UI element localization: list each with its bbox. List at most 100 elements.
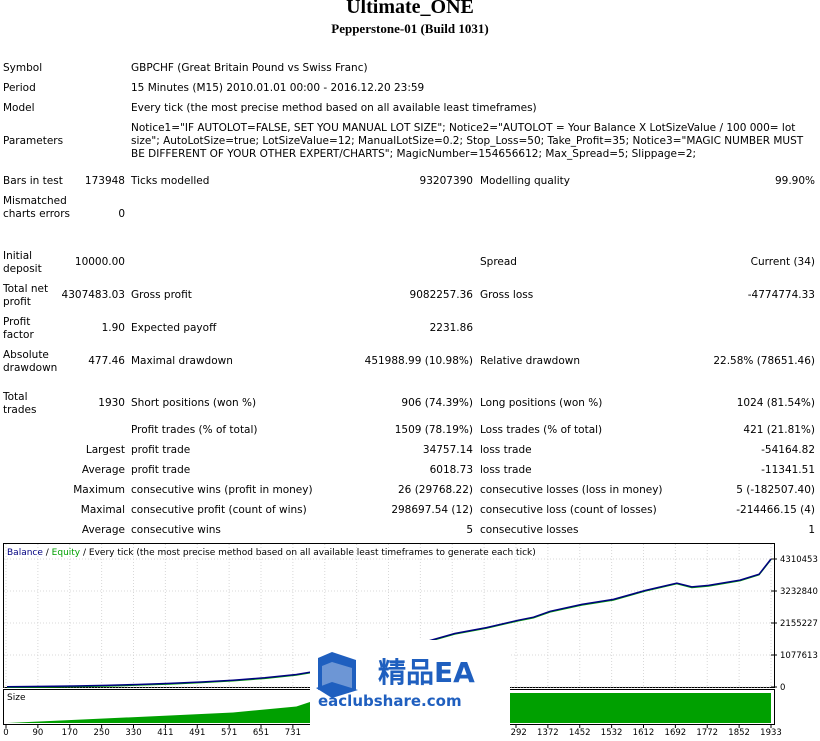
bars-value: 173948 xyxy=(84,175,125,187)
grossloss-value: -4774774.33 xyxy=(747,289,815,301)
losstrades-value: 421 (21.81%) xyxy=(743,424,815,436)
profitfactor-value: 1.90 xyxy=(101,322,125,334)
absdrawdown-label: Absolute drawdown xyxy=(3,349,58,374)
size-label: Size xyxy=(7,693,26,703)
ticks-label: Ticks modelled xyxy=(131,175,210,187)
x-tick-label: 90 xyxy=(32,728,43,738)
losstrades-label: Loss trades (% of total) xyxy=(480,424,603,436)
x-tick-label: 250 xyxy=(94,728,110,738)
largest-loss-value: -54164.82 xyxy=(761,444,815,456)
x-tick-label: 651 xyxy=(253,728,269,738)
parameters-label: Parameters xyxy=(3,135,64,147)
largest-loss-label: loss trade xyxy=(480,444,532,456)
short-value: 906 (74.39%) xyxy=(401,397,473,409)
long-value: 1024 (81.54%) xyxy=(736,397,815,409)
x-tick-label: 1372 xyxy=(537,728,559,738)
totaltrades-value: 1930 xyxy=(98,397,125,409)
model-value: Every tick (the most precise method base… xyxy=(131,102,537,114)
netprofit-value: 4307483.03 xyxy=(61,289,125,301)
x-tick-label: 491 xyxy=(189,728,205,738)
maximum-label: Maximum xyxy=(73,484,125,496)
y-tick-label: 1077613 xyxy=(780,651,818,661)
x-tick-label: 1692 xyxy=(665,728,687,738)
maxconsec-wins-label: consecutive wins (profit in money) xyxy=(131,484,313,496)
deposit-value: 10000.00 xyxy=(74,256,125,268)
x-tick-label: 1933 xyxy=(760,728,782,738)
profittrades-value: 1509 (78.19%) xyxy=(394,424,473,436)
largest-profit-label: profit trade xyxy=(131,444,191,456)
average-profit-value: 6018.73 xyxy=(429,464,473,476)
x-tick-label: 170 xyxy=(62,728,78,738)
profittrades-label: Profit trades (% of total) xyxy=(131,424,258,436)
average-loss-value: -11341.51 xyxy=(761,464,815,476)
watermark-brand: 精品EA xyxy=(378,656,475,689)
avgconsec-losses-value: 1 xyxy=(808,524,815,536)
y-tick-label: 2155227 xyxy=(780,619,818,629)
y-tick-label: 3232840 xyxy=(780,587,818,597)
maximal-label: Maximal xyxy=(80,504,125,516)
profitfactor-label: Profit factor xyxy=(3,316,34,341)
quality-value: 99.90% xyxy=(774,175,815,187)
legend-balance: Balance xyxy=(7,548,43,558)
maxdrawdown-value: 451988.99 (10.98%) xyxy=(364,355,473,367)
symbol-label: Symbol xyxy=(3,62,43,74)
x-tick-label: 1532 xyxy=(601,728,623,738)
reldrawdown-label: Relative drawdown xyxy=(480,355,581,367)
avgconsec-losses-label: consecutive losses xyxy=(480,524,579,536)
x-tick-label: 1772 xyxy=(696,728,718,738)
x-tick-label: 1852 xyxy=(728,728,750,738)
average-profit-label: profit trade xyxy=(131,464,191,476)
reldrawdown-value: 22.58% (78651.46) xyxy=(713,355,815,367)
model-label: Model xyxy=(3,102,35,114)
symbol-value: GBPCHF (Great Britain Pound vs Swiss Fra… xyxy=(131,62,368,74)
spread-label: Spread xyxy=(480,256,517,268)
chart-legend: Balance / Equity / Every tick (the most … xyxy=(7,548,536,558)
expectedpayoff-label: Expected payoff xyxy=(131,322,217,334)
x-tick-label: 0 xyxy=(3,728,8,738)
report-subtitle: Pepperstone-01 (Build 1031) xyxy=(331,21,489,36)
x-tick-label: 731 xyxy=(285,728,301,738)
avgconsec-wins-value: 5 xyxy=(466,524,473,536)
x-tick-label: 1452 xyxy=(569,728,591,738)
maxconsec-profit-label: consecutive profit (count of wins) xyxy=(131,504,307,516)
maxdrawdown-label: Maximal drawdown xyxy=(131,355,233,367)
y-tick-label: 0 xyxy=(780,683,785,693)
spread-value: Current (34) xyxy=(750,256,815,268)
totaltrades-label: Total trades xyxy=(3,391,37,416)
ticks-value: 93207390 xyxy=(419,175,473,187)
short-label: Short positions (won %) xyxy=(131,397,257,409)
report-title: Ultimate_ONE xyxy=(346,0,474,18)
x-tick-label: 1612 xyxy=(633,728,655,738)
quality-label: Modelling quality xyxy=(480,175,570,187)
maxconsec-losses-value: 5 (-182507.40) xyxy=(736,484,815,496)
maxconsec-loss-label: consecutive loss (count of losses) xyxy=(480,504,657,516)
average-loss-label: loss trade xyxy=(480,464,532,476)
watermark-url: eaclubshare.com xyxy=(318,692,462,710)
y-tick-label: 4310453 xyxy=(780,555,818,565)
period-label: Period xyxy=(3,82,36,94)
legend-desc: / Every tick (the most precise method ba… xyxy=(80,548,536,558)
expectedpayoff-value: 2231.86 xyxy=(429,322,473,334)
parameters-value: Notice1="IF AUTOLOT=FALSE, SET YOU MANUA… xyxy=(131,122,804,160)
average-label: Average xyxy=(81,464,125,476)
x-tick-label: 571 xyxy=(221,728,237,738)
maxconsec-loss-value: -214466.15 (4) xyxy=(736,504,815,516)
mismatch-value: 0 xyxy=(118,208,125,220)
y-axis-ticks: 4310453 3232840 2155227 1077613 0 xyxy=(771,555,818,693)
average2-label: Average xyxy=(81,524,125,536)
watermark-logo: 精品EA eaclubshare.com xyxy=(310,640,510,738)
largest-label: Largest xyxy=(85,444,125,456)
maxconsec-wins-value: 26 (29768.22) xyxy=(398,484,473,496)
grossprofit-value: 9082257.36 xyxy=(409,289,473,301)
deposit-label: Initial deposit xyxy=(3,250,42,275)
avgconsec-wins-label: consecutive wins xyxy=(131,524,221,536)
legend-sep: / xyxy=(43,548,52,558)
largest-profit-value: 34757.14 xyxy=(422,444,473,456)
grossloss-label: Gross loss xyxy=(480,289,534,301)
netprofit-label: Total net profit xyxy=(3,283,49,308)
x-tick-label: 330 xyxy=(125,728,141,738)
legend-equity: Equity xyxy=(52,548,81,558)
grossprofit-label: Gross profit xyxy=(131,289,192,301)
maxconsec-profit-value: 298697.54 (12) xyxy=(391,504,473,516)
x-tick-label: 411 xyxy=(157,728,173,738)
